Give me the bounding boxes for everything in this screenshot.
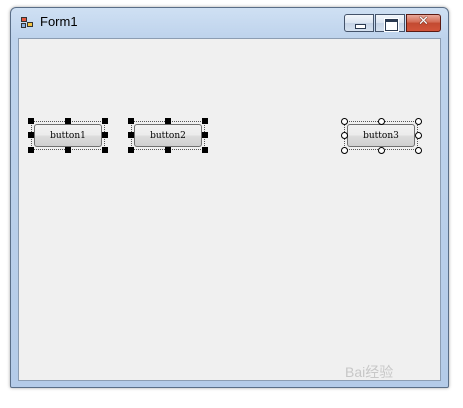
button3[interactable]: button3 xyxy=(347,124,415,147)
resize-handle[interactable] xyxy=(65,118,71,124)
resize-handle[interactable] xyxy=(415,132,422,139)
resize-handle[interactable] xyxy=(65,147,71,153)
resize-handle[interactable] xyxy=(28,147,34,153)
maximize-icon xyxy=(376,15,404,31)
button2[interactable]: button2 xyxy=(134,124,202,147)
resize-handle[interactable] xyxy=(341,118,348,125)
form-window: Form1 ✕ button1 button2 button3 xyxy=(10,7,449,388)
minimize-button[interactable] xyxy=(344,14,374,32)
resize-handle[interactable] xyxy=(378,147,385,154)
resize-handle[interactable] xyxy=(202,132,208,138)
resize-handle[interactable] xyxy=(165,147,171,153)
form-app-icon[interactable] xyxy=(21,17,35,29)
resize-handle[interactable] xyxy=(341,147,348,154)
resize-handle[interactable] xyxy=(128,118,134,124)
resize-handle[interactable] xyxy=(165,118,171,124)
resize-handle[interactable] xyxy=(341,132,348,139)
resize-handle[interactable] xyxy=(415,147,422,154)
resize-handle[interactable] xyxy=(102,147,108,153)
close-button[interactable]: ✕ xyxy=(406,14,441,32)
resize-handle[interactable] xyxy=(102,118,108,124)
resize-handle[interactable] xyxy=(202,118,208,124)
resize-handle[interactable] xyxy=(28,118,34,124)
resize-handle[interactable] xyxy=(415,118,422,125)
resize-handle[interactable] xyxy=(128,147,134,153)
resize-handle[interactable] xyxy=(102,132,108,138)
close-icon: ✕ xyxy=(418,14,429,29)
minimize-icon xyxy=(345,15,373,31)
form-client-area[interactable]: button1 button2 button3 xyxy=(18,38,441,381)
watermark: Bai经验 xyxy=(345,364,394,380)
resize-handle[interactable] xyxy=(28,132,34,138)
window-title: Form1 xyxy=(40,14,78,29)
resize-handle[interactable] xyxy=(128,132,134,138)
button1[interactable]: button1 xyxy=(34,124,102,147)
resize-handle[interactable] xyxy=(378,118,385,125)
resize-handle[interactable] xyxy=(202,147,208,153)
title-bar[interactable]: Form1 ✕ xyxy=(11,8,448,38)
maximize-button[interactable] xyxy=(375,14,405,32)
